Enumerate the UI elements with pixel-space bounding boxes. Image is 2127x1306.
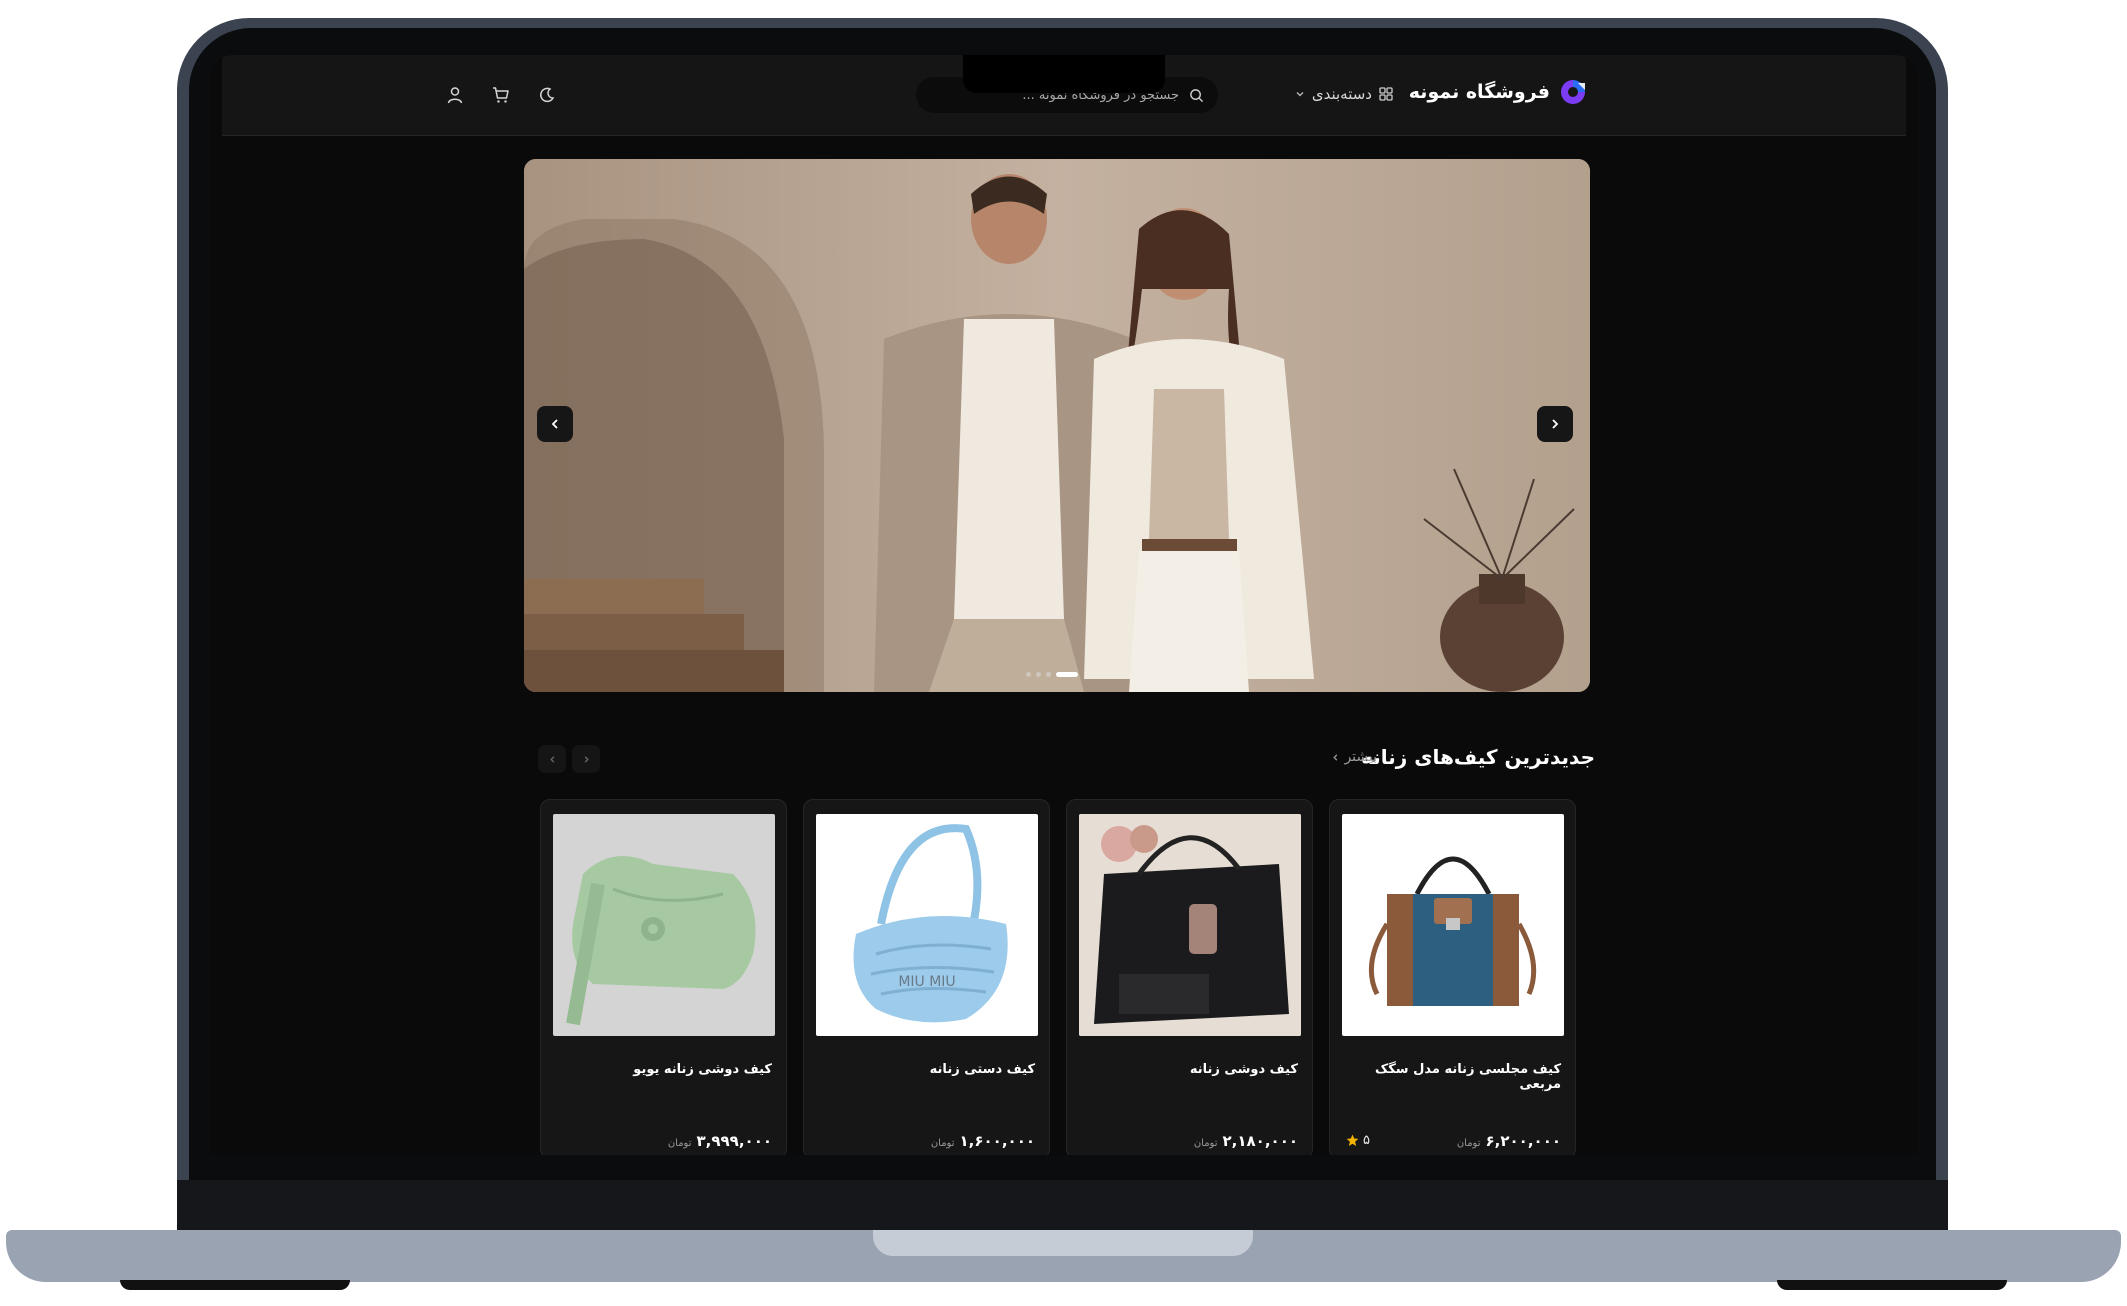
chevron-right-icon <box>584 755 589 763</box>
product-card[interactable]: کیف دوشی زنانه یویو ۳,۹۹۹,۰۰۰ تومان <box>540 799 787 1155</box>
green-shoulder-bag-image <box>566 856 756 1026</box>
light-blue-handbag-image: MIU MIU <box>853 824 1008 1023</box>
chevron-left-icon <box>549 755 554 763</box>
product-card[interactable]: کیف دوشی زنانه ۲,۱۸۰,۰۰۰ تومان <box>1066 799 1313 1155</box>
price-value: ۳,۹۹۹,۰۰۰ <box>696 1132 772 1150</box>
slide-dot[interactable] <box>1046 672 1051 677</box>
product-rating: ۵ <box>1346 1133 1370 1148</box>
search-icon <box>1190 88 1204 102</box>
price-value: ۱,۶۰۰,۰۰۰ <box>959 1132 1035 1150</box>
laptop-foot-left <box>120 1280 350 1290</box>
price-unit: تومان <box>1456 1138 1481 1149</box>
hero-banner[interactable] <box>524 159 1590 692</box>
product-card[interactable]: MIU MIU کیف دستی زنانه ۱,۶۰۰,۰۰۰ تومان <box>803 799 1050 1155</box>
laptop-base-notch <box>873 1230 1253 1256</box>
product-price: ۳,۹۹۹,۰۰۰ تومان <box>668 1132 772 1150</box>
product-card[interactable]: کیف مجلسی زنانه مدل سگک مربعی ۶,۲۰۰,۰۰۰ … <box>1329 799 1576 1155</box>
slide-dot[interactable] <box>1026 672 1031 677</box>
camera-notch <box>963 55 1165 93</box>
chevron-left-icon <box>1333 753 1338 761</box>
product-image <box>1079 814 1301 1036</box>
blue-handbag-image <box>1368 856 1537 1006</box>
rating-value: ۵ <box>1363 1133 1370 1148</box>
laptop-foot-right <box>1777 1280 2007 1290</box>
product-image <box>1342 814 1564 1036</box>
product-price: ۲,۱۸۰,۰۰۰ تومان <box>1194 1132 1298 1150</box>
price-unit: تومان <box>667 1138 692 1149</box>
laptop-chin <box>177 1180 1948 1230</box>
price-unit: تومان <box>1193 1138 1218 1149</box>
hero-image <box>524 159 1590 692</box>
product-name: کیف دوشی زنانه <box>1189 1062 1298 1077</box>
price-value: ۲,۱۸۰,۰۰۰ <box>1222 1132 1298 1150</box>
chevron-down-icon <box>1296 92 1304 97</box>
black-tote-image <box>1079 814 1301 1036</box>
category-menu[interactable]: دسته‌بندی <box>1295 85 1393 103</box>
banner-prev-button[interactable] <box>537 406 573 442</box>
product-price: ۱,۶۰۰,۰۰۰ تومان <box>931 1132 1035 1150</box>
user-icon[interactable] <box>445 85 465 105</box>
category-label: دسته‌بندی <box>1311 85 1372 103</box>
section-title: جدیدترین کیف‌های زنانه <box>1361 745 1595 769</box>
screen: فروشگاه نمونه دسته‌بندی <box>211 55 1917 1155</box>
star-icon <box>1346 1134 1359 1147</box>
store-logo-icon <box>1561 80 1585 104</box>
store-name: فروشگاه نمونه <box>1408 81 1550 103</box>
price-unit: تومان <box>930 1138 955 1149</box>
svg-text:MIU MIU: MIU MIU <box>898 974 955 990</box>
slide-dots <box>1026 672 1078 677</box>
chevron-right-icon <box>1552 419 1559 429</box>
slide-dot[interactable] <box>1056 672 1078 677</box>
product-name: کیف مجلسی زنانه مدل سگک مربعی <box>1374 1062 1561 1092</box>
product-name: کیف دستی زنانه <box>929 1062 1035 1077</box>
cart-icon[interactable] <box>491 85 511 105</box>
product-image <box>553 814 775 1036</box>
dark-mode-icon[interactable] <box>537 85 557 105</box>
banner-next-button[interactable] <box>1537 406 1573 442</box>
more-label: بیشتر <box>1344 749 1377 765</box>
product-price: ۶,۲۰۰,۰۰۰ تومان <box>1457 1132 1561 1150</box>
grid-icon <box>1379 87 1393 101</box>
more-link[interactable]: بیشتر <box>1331 749 1377 765</box>
slide-dot[interactable] <box>1036 672 1041 677</box>
price-value: ۶,۲۰۰,۰۰۰ <box>1485 1132 1561 1150</box>
product-name: کیف دوشی زنانه یویو <box>633 1062 772 1077</box>
product-image: MIU MIU <box>816 814 1038 1036</box>
store-logo[interactable]: فروشگاه نمونه <box>1409 77 1588 107</box>
chevron-left-icon <box>551 419 558 429</box>
carousel-prev-button[interactable] <box>538 745 566 773</box>
carousel-next-button[interactable] <box>572 745 600 773</box>
